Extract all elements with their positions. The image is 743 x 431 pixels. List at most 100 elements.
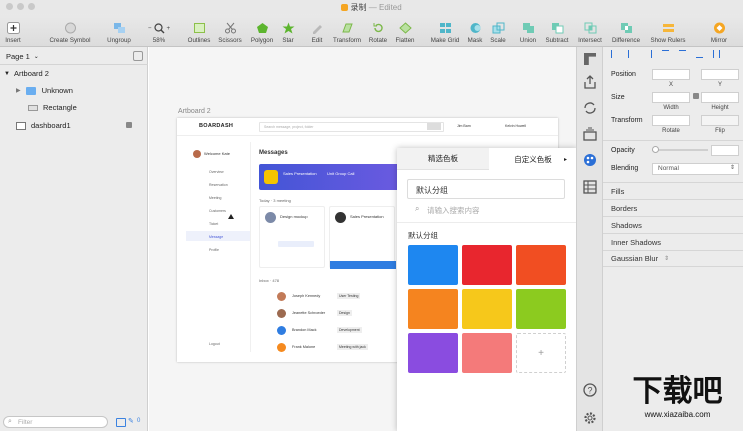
color-swatch[interactable] (408, 333, 458, 373)
opacity-slider[interactable] (652, 149, 708, 151)
color-swatch[interactable] (462, 289, 512, 329)
page-selector[interactable]: Page 1 ⌄ (0, 48, 148, 65)
layer-rectangle[interactable]: Rectangle (0, 99, 148, 116)
document-name: 录制 (350, 3, 367, 12)
export-icon[interactable] (583, 75, 597, 89)
zoom-in-button[interactable]: + (167, 25, 171, 32)
align-top-icon[interactable] (662, 50, 669, 58)
opacity-slider-knob[interactable] (652, 146, 659, 153)
lock-ratio-icon[interactable] (693, 93, 699, 99)
mask-button[interactable]: Mask (465, 14, 485, 47)
zoom-out-button[interactable]: − (148, 25, 152, 32)
inner-shadows-section[interactable]: Inner Shadows (603, 233, 743, 250)
disclosure-closed-icon[interactable]: ▶ (16, 87, 21, 94)
outlines-button[interactable]: Outlines (185, 14, 213, 47)
shadows-section[interactable]: Shadows (603, 216, 743, 233)
zoom-control[interactable]: − + 58% (140, 14, 178, 47)
union-button[interactable]: Union (516, 14, 540, 47)
color-palette-icon[interactable] (583, 153, 597, 167)
flip-control[interactable] (701, 115, 739, 126)
watermark: 下载吧 www.xiazaiba.com (612, 376, 743, 431)
difference-button[interactable]: Difference (608, 14, 644, 47)
add-swatch-button[interactable]: + (516, 333, 566, 373)
mockup-welcome: Welcome Kate (204, 151, 230, 156)
artboard-label[interactable]: Artboard 2 (178, 108, 211, 115)
rotate-button[interactable]: Rotate (366, 14, 390, 47)
height-input[interactable] (701, 92, 739, 103)
rotate-input[interactable] (652, 115, 690, 126)
position-y-input[interactable] (701, 69, 739, 80)
fills-section[interactable]: Fills (603, 182, 743, 199)
scissors-button[interactable]: Scissors (216, 14, 244, 47)
transform-button[interactable]: Transform (330, 14, 364, 47)
grid-panel-icon[interactable] (583, 180, 597, 194)
insert-button[interactable]: Insert (2, 14, 24, 47)
scale-icon (492, 22, 504, 34)
scale-button[interactable]: Scale (487, 14, 509, 47)
layer-artboard-2[interactable]: ▼ Artboard 2 (0, 65, 148, 82)
sync-icon[interactable] (583, 101, 597, 115)
align-bottom-icon[interactable] (696, 50, 703, 58)
layout-icon[interactable] (584, 53, 596, 65)
mockup-today: Today · 3 meeting (259, 198, 291, 203)
color-swatch[interactable] (408, 289, 458, 329)
tab-custom-palettes[interactable]: 自定义色板 ▸ (489, 148, 577, 170)
color-swatch[interactable] (516, 289, 566, 329)
polygon-button[interactable]: Polygon (248, 14, 276, 47)
collapse-pages-icon[interactable] (133, 51, 143, 61)
opacity-input[interactable] (711, 145, 739, 156)
mirror-button[interactable]: Mirror (704, 14, 734, 47)
borders-section[interactable]: Borders (603, 199, 743, 216)
position-x-input[interactable] (652, 69, 690, 80)
layer-filter-input[interactable]: ⌕ Filter (3, 416, 108, 428)
polygon-icon (256, 23, 268, 33)
help-icon[interactable]: ? (583, 383, 597, 397)
copy-layers-icon[interactable] (116, 418, 126, 427)
distribute-icon[interactable] (713, 50, 720, 58)
color-swatch[interactable] (462, 245, 512, 285)
layer-unknown[interactable]: ▶ Unknown (0, 82, 148, 99)
mockup-user2: Kelvin Howell (505, 124, 527, 128)
settings-gear-icon[interactable] (583, 411, 597, 425)
flatten-button[interactable]: Flatten (392, 14, 418, 47)
align-center-icon[interactable] (628, 50, 635, 58)
width-input[interactable] (652, 92, 690, 103)
edit-button[interactable]: Edit (306, 14, 328, 47)
selection-count: 0 (137, 418, 141, 424)
gaussian-blur-section[interactable]: Gaussian Blur ⇕ (603, 250, 743, 267)
subtract-button[interactable]: Subtract (542, 14, 572, 47)
title-bar: 录制 — Edited (0, 0, 743, 14)
palette-search-input[interactable]: ⌕ 请输入搜索内容 (407, 204, 565, 218)
mirror-icon (713, 22, 725, 34)
align-middle-icon[interactable] (679, 50, 686, 58)
lock-icon[interactable] (126, 122, 132, 128)
color-swatch[interactable] (408, 245, 458, 285)
edit-pen-icon[interactable]: ✎ (128, 417, 134, 425)
create-symbol-button[interactable]: Create Symbol (43, 14, 97, 47)
color-swatch[interactable] (462, 333, 512, 373)
blending-select[interactable]: Normal ⇕ (652, 163, 739, 175)
image-icon (16, 121, 26, 130)
intersect-icon (584, 22, 596, 34)
edit-icon (312, 25, 322, 34)
mockup-card-2: Sales Presentation (329, 206, 396, 269)
magnifier-icon (153, 23, 164, 34)
cursor-icon (228, 214, 234, 219)
search-icon: ⌕ (8, 418, 12, 425)
mockup-search: Search message, project, folder (259, 122, 444, 132)
tab-featured-palettes[interactable]: 精选色板 (397, 148, 489, 170)
layer-dashboard1[interactable]: dashboard1 (0, 117, 148, 134)
make-grid-button[interactable]: Make Grid (428, 14, 462, 47)
window-title: 录制 — Edited (0, 2, 743, 13)
color-swatch[interactable] (516, 245, 566, 285)
ungroup-button[interactable]: Ungroup (104, 14, 134, 47)
stack-icon[interactable] (583, 127, 597, 141)
intersect-button[interactable]: Intersect (575, 14, 605, 47)
align-left-icon[interactable] (611, 50, 618, 58)
group-name-input[interactable]: 默认分组 (407, 179, 565, 199)
align-right-icon[interactable] (645, 50, 652, 58)
show-rulers-button[interactable]: Show Rulers (647, 14, 689, 47)
star-button[interactable]: Star (278, 14, 298, 47)
select-arrows-icon[interactable]: ⇕ (664, 255, 669, 262)
disclosure-open-icon[interactable]: ▼ (4, 71, 10, 77)
